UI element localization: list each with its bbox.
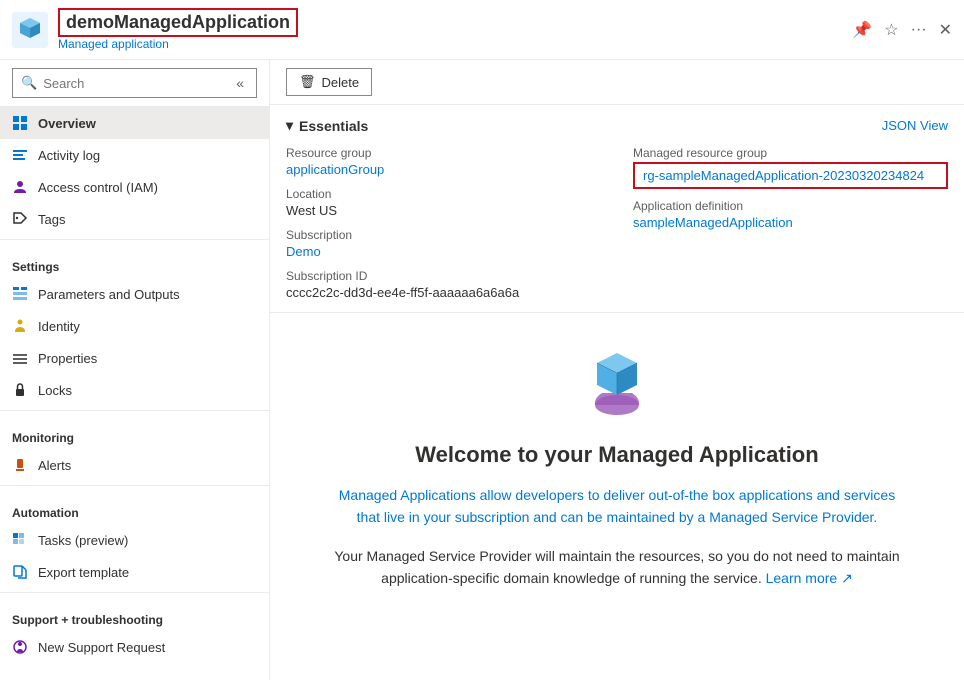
essentials-col-left: Resource group applicationGroup Location… (286, 146, 601, 300)
sidebar-item-tasks-label: Tasks (preview) (38, 533, 128, 548)
sidebar-item-parameters-outputs[interactable]: Parameters and Outputs (0, 278, 269, 310)
sidebar-item-identity[interactable]: Identity (0, 310, 269, 342)
app-icon (12, 12, 48, 48)
divider-automation (0, 485, 269, 486)
sidebar-search-container: 🔍 « (0, 60, 269, 107)
automation-section-label: Automation (0, 494, 269, 524)
more-icon[interactable]: ··· (911, 21, 927, 39)
learn-more-link[interactable]: Learn more ↗ (766, 570, 853, 586)
favorite-icon[interactable]: ☆ (884, 20, 898, 40)
top-bar-actions: 📌 ☆ ··· ✕ (852, 20, 952, 40)
tasks-icon (12, 532, 28, 548)
export-template-icon (12, 564, 28, 580)
search-box: 🔍 « (12, 68, 257, 98)
properties-icon (12, 350, 28, 366)
search-input[interactable] (43, 76, 226, 91)
overview-icon (12, 115, 28, 131)
content-area: 🗑 Delete ▾ Essentials JSON View Resource… (270, 60, 964, 680)
sidebar-item-tasks-preview[interactable]: Tasks (preview) (0, 524, 269, 556)
sidebar-item-parameters-outputs-label: Parameters and Outputs (38, 287, 180, 302)
essentials-title: ▾ Essentials (286, 117, 368, 134)
sidebar-item-alerts[interactable]: Alerts (0, 449, 269, 481)
divider-support (0, 592, 269, 593)
resource-group-item: Resource group applicationGroup (286, 146, 601, 177)
location-item: Location West US (286, 187, 601, 218)
divider-settings (0, 239, 269, 240)
locks-icon (12, 382, 28, 398)
content-toolbar: 🗑 Delete (270, 60, 964, 105)
sidebar-item-locks-label: Locks (38, 383, 72, 398)
essentials-collapse-icon[interactable]: ▾ (286, 117, 293, 134)
welcome-description-2: Your Managed Service Provider will maint… (330, 545, 904, 590)
settings-section-label: Settings (0, 248, 269, 278)
sidebar-item-export-template-label: Export template (38, 565, 129, 580)
delete-button[interactable]: 🗑 Delete (286, 68, 372, 96)
sidebar-item-properties-label: Properties (38, 351, 97, 366)
top-bar: demoManagedApplication Managed applicati… (0, 0, 964, 60)
alerts-icon (12, 457, 28, 473)
sidebar: 🔍 « Overview Activity log Access control (0, 60, 270, 680)
welcome-description-1: Managed Applications allow developers to… (330, 484, 904, 529)
welcome-icon (572, 333, 662, 426)
sidebar-item-alerts-label: Alerts (38, 458, 71, 473)
sidebar-item-access-control-label: Access control (IAM) (38, 180, 158, 195)
essentials-grid: Resource group applicationGroup Location… (286, 146, 948, 300)
app-definition-item: Application definition sampleManagedAppl… (633, 199, 948, 230)
managed-rg-item: Managed resource group rg-sampleManagedA… (633, 146, 948, 189)
sidebar-item-support-label: New Support Request (38, 640, 165, 655)
tags-icon (12, 211, 28, 227)
title-group: demoManagedApplication Managed applicati… (58, 8, 852, 51)
sidebar-item-export-template[interactable]: Export template (0, 556, 269, 588)
welcome-section: Welcome to your Managed Application Mana… (270, 313, 964, 626)
sidebar-item-overview-label: Overview (38, 116, 96, 131)
support-icon (12, 639, 28, 655)
managed-rg-link[interactable]: rg-sampleManagedApplication-202303202348… (643, 168, 924, 183)
access-control-icon (12, 179, 28, 195)
sidebar-item-new-support-request[interactable]: New Support Request (0, 631, 269, 663)
parameters-icon (12, 286, 28, 302)
resource-group-link[interactable]: applicationGroup (286, 162, 384, 177)
sidebar-item-identity-label: Identity (38, 319, 80, 334)
sidebar-item-locks[interactable]: Locks (0, 374, 269, 406)
essentials-col-right: Managed resource group rg-sampleManagedA… (633, 146, 948, 300)
sidebar-item-tags[interactable]: Tags (0, 203, 269, 235)
sidebar-item-overview[interactable]: Overview (0, 107, 269, 139)
pin-icon[interactable]: 📌 (852, 20, 872, 40)
identity-icon (12, 318, 28, 334)
sidebar-item-access-control[interactable]: Access control (IAM) (0, 171, 269, 203)
close-icon[interactable]: ✕ (939, 20, 952, 40)
app-definition-link[interactable]: sampleManagedApplication (633, 215, 793, 230)
sidebar-item-tags-label: Tags (38, 212, 65, 227)
sidebar-item-properties[interactable]: Properties (0, 342, 269, 374)
welcome-title: Welcome to your Managed Application (415, 442, 818, 468)
subscription-id-item: Subscription ID cccc2c2c-dd3d-ee4e-ff5f-… (286, 269, 601, 300)
app-subtitle: Managed application (58, 37, 852, 51)
essentials-header: ▾ Essentials JSON View (286, 117, 948, 134)
delete-icon: 🗑 (299, 74, 316, 90)
app-title: demoManagedApplication (66, 12, 290, 33)
support-section-label: Support + troubleshooting (0, 601, 269, 631)
main-layout: 🔍 « Overview Activity log Access control (0, 60, 964, 680)
subscription-item: Subscription Demo (286, 228, 601, 259)
external-link-icon: ↗ (841, 570, 853, 586)
monitoring-section-label: Monitoring (0, 419, 269, 449)
sidebar-item-activity-log-label: Activity log (38, 148, 100, 163)
activity-log-icon (12, 147, 28, 163)
search-icon: 🔍 (21, 75, 37, 91)
json-view-link[interactable]: JSON View (882, 118, 948, 133)
divider-monitoring (0, 410, 269, 411)
subscription-link[interactable]: Demo (286, 244, 321, 259)
collapse-button[interactable]: « (232, 73, 248, 93)
sidebar-item-activity-log[interactable]: Activity log (0, 139, 269, 171)
essentials-section: ▾ Essentials JSON View Resource group ap… (270, 105, 964, 313)
